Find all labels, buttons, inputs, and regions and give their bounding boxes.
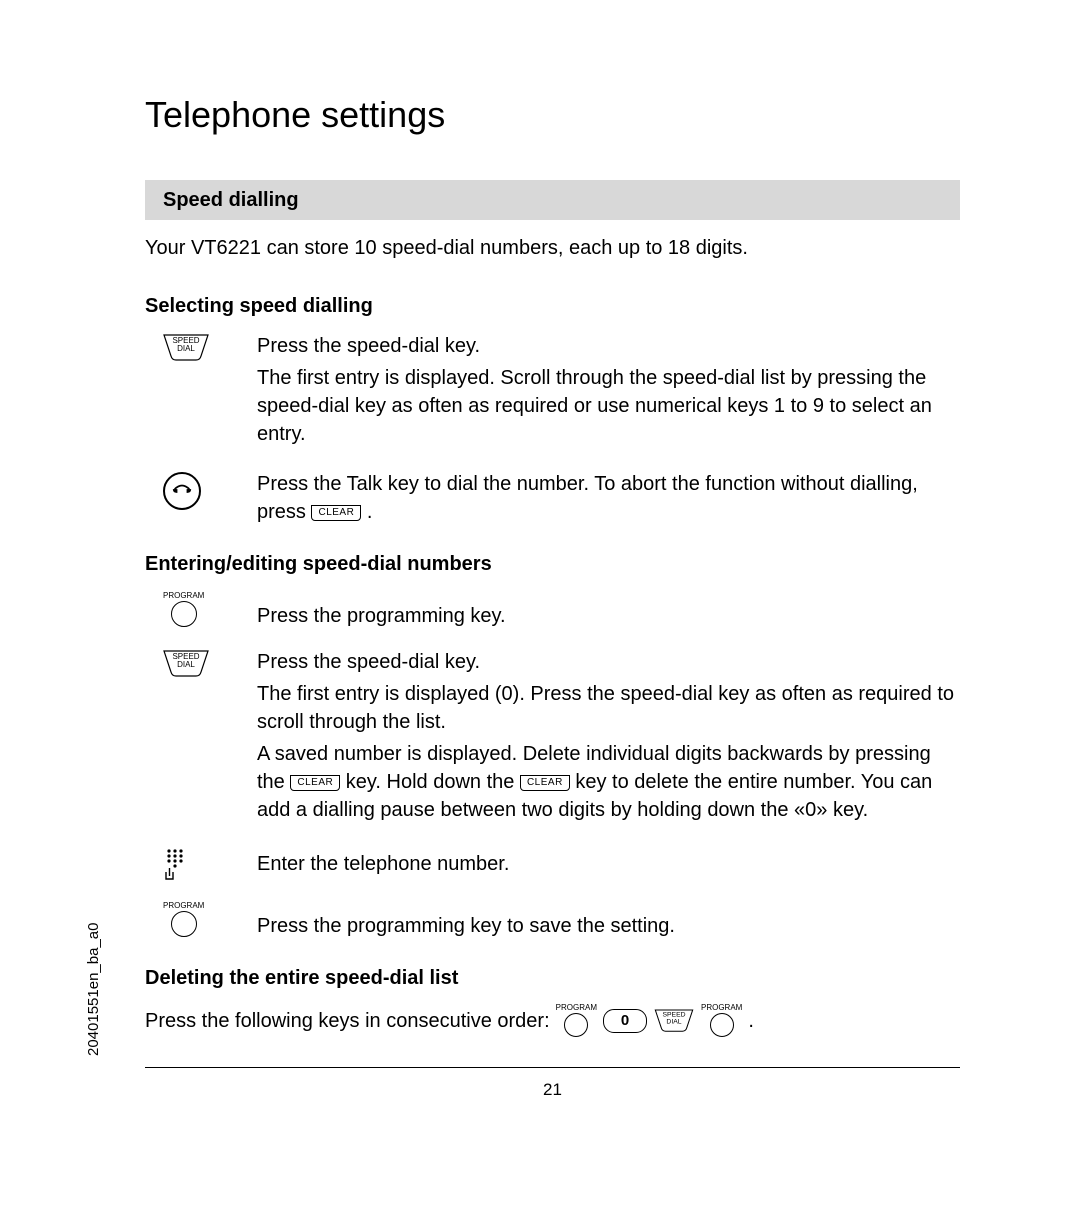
subhead-deleting: Deleting the entire speed-dial list bbox=[145, 964, 960, 992]
keypad-entry-icon bbox=[163, 848, 193, 882]
clear-key-inline: CLEAR bbox=[311, 505, 361, 521]
subhead-selecting: Selecting speed dialling bbox=[145, 292, 960, 320]
speed-dial-key-icon: SPEEDDIAL bbox=[163, 650, 209, 678]
ent-row4: Press the programming key to save the se… bbox=[257, 912, 960, 940]
program-key-icon: PROGRAM bbox=[163, 592, 204, 627]
intro-text: Your VT6221 can store 10 speed-dial numb… bbox=[145, 234, 960, 262]
ent-row2-b: The first entry is displayed (0). Press … bbox=[257, 680, 960, 736]
zero-key-icon: 0 bbox=[603, 1009, 647, 1033]
sel-row1-line2: The first entry is displayed. Scroll thr… bbox=[257, 364, 960, 448]
speed-dial-key-icon: SPEEDDIAL bbox=[654, 1009, 693, 1033]
program-key-icon: PROGRAM bbox=[163, 902, 204, 937]
section-heading-bar: Speed dialling bbox=[145, 180, 960, 220]
sel-row2: Press the Talk key to dial the number. T… bbox=[257, 470, 960, 526]
footer-rule bbox=[145, 1067, 960, 1068]
document-reference: 20401551en_ba_a0 bbox=[83, 923, 104, 1056]
clear-key-inline: CLEAR bbox=[290, 775, 340, 791]
del-text: Press the following keys in consecutive … bbox=[145, 1007, 550, 1035]
ent-row3: Enter the telephone number. bbox=[257, 850, 960, 878]
subhead-entering: Entering/editing speed-dial numbers bbox=[145, 550, 960, 578]
ent-row2-a: Press the speed-dial key. bbox=[257, 648, 960, 676]
clear-key-inline: CLEAR bbox=[520, 775, 570, 791]
page-title: Telephone settings bbox=[145, 90, 960, 140]
talk-key-icon bbox=[163, 472, 201, 510]
speed-dial-key-icon: SPEEDDIAL bbox=[163, 334, 209, 362]
program-key-icon: PROGRAM bbox=[701, 1004, 742, 1037]
program-label: PROGRAM bbox=[163, 592, 204, 600]
sel-row2-b: . bbox=[367, 501, 373, 523]
speed-dial-label-2: DIAL bbox=[177, 344, 195, 353]
ent-row1: Press the programming key. bbox=[257, 602, 960, 630]
page-number: 21 bbox=[145, 1078, 960, 1102]
program-key-icon: PROGRAM bbox=[556, 1004, 597, 1037]
sel-row1-line1: Press the speed-dial key. bbox=[257, 332, 960, 360]
ent-row2-c: A saved number is displayed. Delete indi… bbox=[257, 740, 960, 824]
del-end: . bbox=[748, 1007, 754, 1035]
